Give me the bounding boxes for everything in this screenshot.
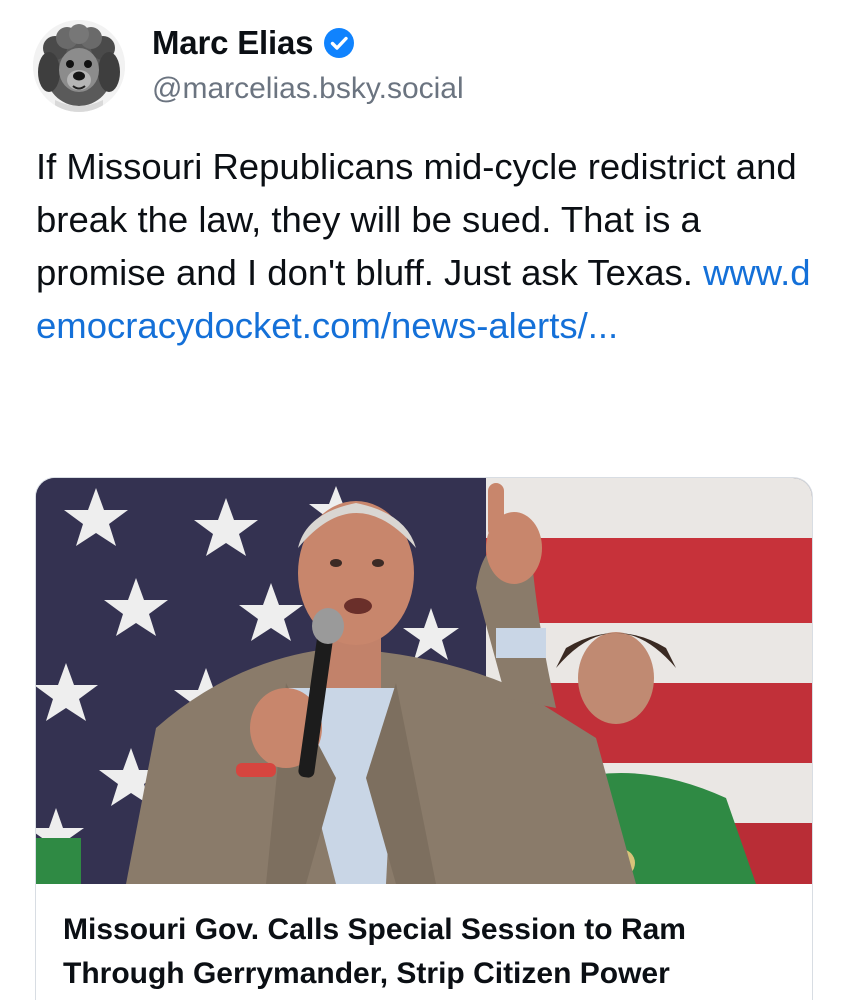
author-display-name[interactable]: Marc Elias (152, 24, 313, 62)
speaker-with-flag-photo (36, 478, 812, 884)
link-card-title[interactable]: Missouri Gov. Calls Special Session to R… (63, 908, 793, 996)
author-avatar[interactable] (33, 20, 125, 112)
author-name-row[interactable]: Marc Elias (152, 24, 355, 62)
link-card[interactable]: Missouri Gov. Calls Special Session to R… (35, 477, 813, 1000)
dog-avatar-icon (33, 20, 125, 112)
link-card-image[interactable] (36, 478, 812, 884)
author-handle[interactable]: @marcelias.bsky.social (152, 72, 464, 106)
post-container: Marc Elias @marcelias.bsky.social If Mis… (0, 0, 847, 1000)
verified-badge-icon[interactable] (323, 27, 355, 59)
post-body: If Missouri Republicans mid-cycle redist… (36, 140, 816, 352)
post-text: If Missouri Republicans mid-cycle redist… (36, 146, 797, 293)
